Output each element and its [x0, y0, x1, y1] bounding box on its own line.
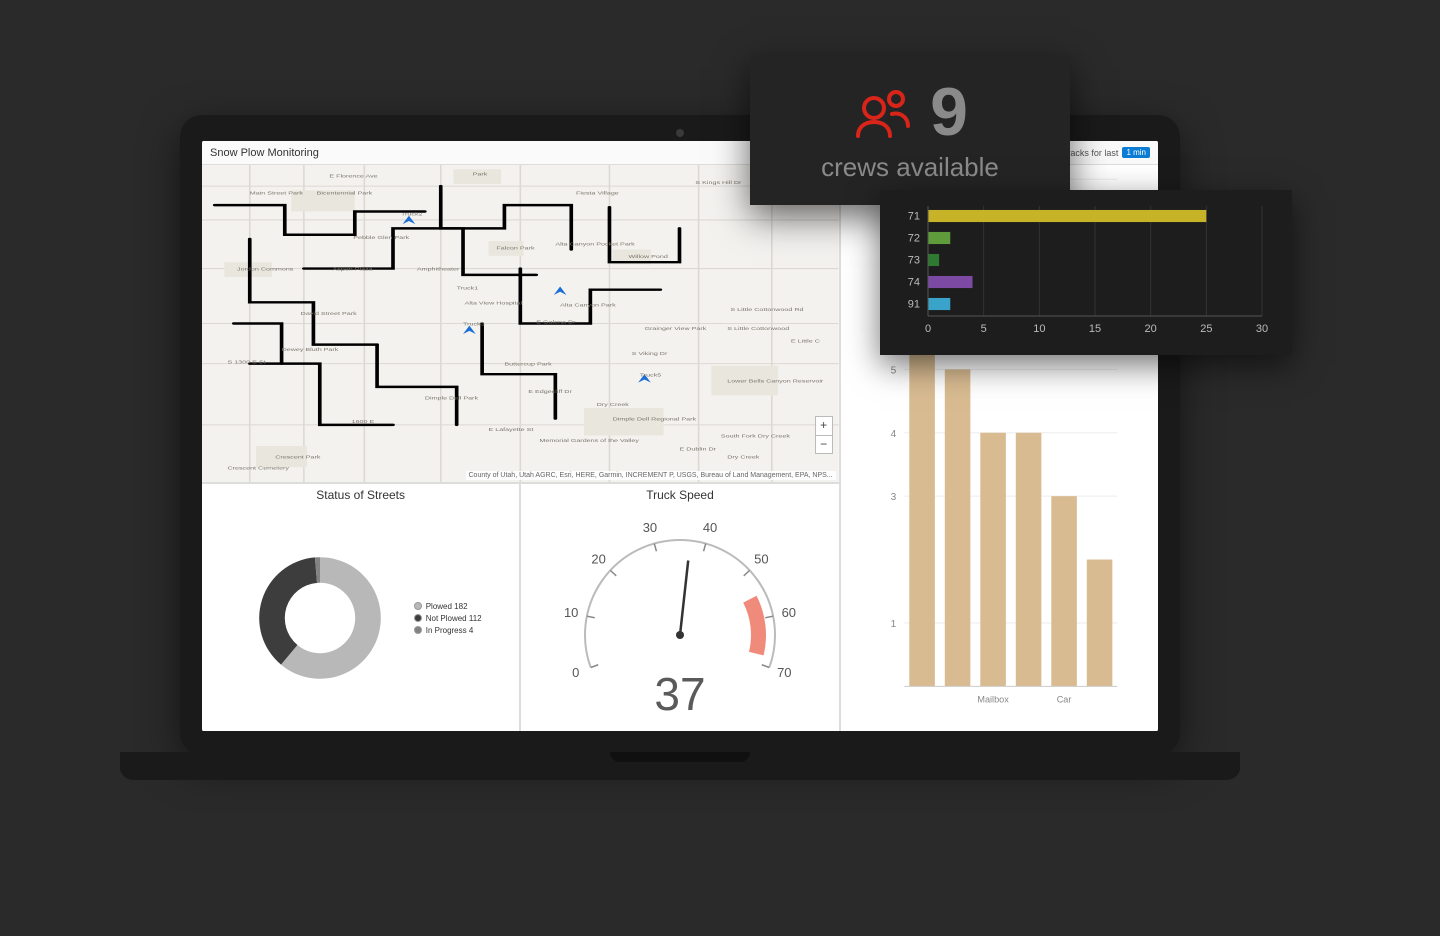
svg-text:Memorial Gardens of the Valley: Memorial Gardens of the Valley [539, 439, 640, 444]
svg-text:73: 73 [908, 255, 920, 267]
map-panel[interactable]: E Florence Ave Park Fiesta Village S Kings … [202, 165, 839, 482]
svg-text:25: 25 [1200, 323, 1212, 335]
crews-count: 9 [930, 78, 968, 146]
svg-text:Grainger View Park: Grainger View Park [644, 327, 707, 332]
legend-item: Plowed 182 [414, 602, 482, 611]
street-status-title: Status of Streets [202, 484, 519, 506]
svg-text:74: 74 [908, 277, 920, 289]
svg-text:Truck1: Truck1 [457, 287, 479, 292]
svg-text:40: 40 [703, 520, 717, 535]
svg-text:15: 15 [1089, 323, 1101, 335]
svg-text:Truck5: Truck5 [640, 373, 662, 378]
crews-available-card: 9 crews available [750, 55, 1070, 205]
svg-text:0: 0 [925, 323, 931, 335]
svg-text:60: 60 [782, 605, 796, 620]
legend-item: Not Plowed 112 [414, 614, 482, 623]
svg-text:Crescent Park: Crescent Park [275, 456, 321, 461]
svg-text:Lower Bells Canyon Reservoir: Lower Bells Canyon Reservoir [727, 380, 823, 385]
svg-text:Dewey Bluth Park: Dewey Bluth Park [282, 348, 340, 353]
svg-text:S Viking Dr: S Viking Dr [632, 352, 668, 357]
svg-text:Pebble Glen Park: Pebble Glen Park [353, 236, 410, 241]
svg-text:Falcon Park: Falcon Park [496, 246, 535, 251]
svg-text:Dimple Dell Park: Dimple Dell Park [425, 396, 479, 401]
svg-text:S Little Cottonwood: S Little Cottonwood [727, 327, 789, 332]
svg-text:20: 20 [1145, 323, 1157, 335]
svg-text:E Dublin Dr: E Dublin Dr [679, 447, 716, 452]
svg-text:20: 20 [591, 551, 605, 566]
svg-text:S Little Cottonwood Rd: S Little Cottonwood Rd [730, 308, 803, 313]
truck-speed-panel: Truck Speed 0 10 20 30 40 50 60 70 37 [521, 484, 838, 731]
svg-text:1: 1 [890, 619, 896, 630]
svg-text:Fiesta Village: Fiesta Village [576, 191, 619, 196]
routes-bar-chart: 0 5 10 15 20 25 30 71 72 73 74 91 [894, 200, 1278, 350]
svg-text:72: 72 [908, 233, 920, 245]
svg-text:70: 70 [777, 665, 791, 680]
svg-text:Dry Creek: Dry Creek [727, 456, 760, 461]
svg-text:30: 30 [643, 520, 657, 535]
people-icon [852, 84, 914, 140]
truck-speed-title: Truck Speed [521, 484, 838, 506]
svg-text:Truck3: Truck3 [463, 322, 485, 327]
street-status-donut [240, 538, 400, 698]
svg-text:30: 30 [1256, 323, 1268, 335]
svg-text:E Edgecliff Dr: E Edgecliff Dr [528, 390, 572, 395]
svg-text:E Florence Ave: E Florence Ave [329, 175, 378, 180]
svg-text:50: 50 [754, 551, 768, 566]
svg-text:Main Street Park: Main Street Park [250, 191, 304, 196]
svg-text:91: 91 [908, 299, 920, 311]
svg-text:Car: Car [1056, 695, 1071, 705]
camera-dot [676, 129, 684, 137]
svg-text:Aspen Plaza: Aspen Plaza [333, 268, 374, 273]
map-canvas[interactable]: E Florence Ave Park Fiesta Village S Kings … [202, 165, 839, 482]
svg-text:Jordon Commons: Jordon Commons [237, 268, 293, 273]
svg-text:E Galena Dr: E Galena Dr [536, 320, 575, 325]
zoom-in-button[interactable]: + [816, 417, 832, 435]
svg-text:0: 0 [572, 665, 579, 680]
legend-item: In Progress 4 [414, 626, 482, 635]
svg-text:10: 10 [564, 605, 578, 620]
svg-text:Dry Creek: Dry Creek [597, 403, 630, 408]
truck-speed-value: 37 [654, 667, 705, 721]
street-status-panel: Status of Streets Plowed 182 Not Plowed 1… [202, 484, 519, 731]
svg-text:Willow Pond: Willow Pond [629, 255, 668, 260]
svg-text:5: 5 [981, 323, 987, 335]
svg-text:David Street Park: David Street Park [301, 312, 358, 317]
svg-text:Amphitheater: Amphitheater [417, 268, 459, 273]
svg-text:Bicentennial Park: Bicentennial Park [317, 191, 374, 196]
street-status-legend: Plowed 182 Not Plowed 112 In Progress 4 [414, 599, 482, 638]
svg-text:Park: Park [473, 172, 489, 177]
svg-text:South Fork Dry Creek: South Fork Dry Creek [721, 434, 791, 439]
routes-bar-chart-card: 0 5 10 15 20 25 30 71 72 73 74 91 [880, 190, 1292, 355]
svg-text:10: 10 [1033, 323, 1045, 335]
map-zoom-controls[interactable]: + − [815, 416, 833, 454]
svg-text:Crescent Cemetery: Crescent Cemetery [227, 466, 290, 471]
svg-text:Dimple Dell Regional Park: Dimple Dell Regional Park [613, 418, 698, 423]
crews-label: crews available [821, 152, 999, 183]
svg-text:Alta Canyon Park: Alta Canyon Park [560, 303, 617, 308]
svg-text:Alta View Hospital: Alta View Hospital [465, 301, 522, 306]
svg-text:71: 71 [908, 211, 920, 223]
svg-text:5: 5 [890, 365, 896, 376]
app-title: Snow Plow Monitoring [210, 147, 319, 159]
svg-text:S 1300 E St: S 1300 E St [227, 360, 265, 365]
svg-text:E Little C: E Little C [791, 339, 821, 344]
laptop-notch [610, 752, 750, 762]
svg-text:Alta Canyon Pocket Park: Alta Canyon Pocket Park [555, 242, 636, 247]
svg-text:Buttercup Park: Buttercup Park [504, 363, 552, 368]
map-attribution: County of Utah, Utah AGRC, Esri, HERE, G… [466, 471, 836, 480]
svg-text:E Lafayette St: E Lafayette St [488, 428, 533, 433]
svg-text:1600 E: 1600 E [352, 420, 375, 425]
tracks-filter-value[interactable]: 1 min [1122, 147, 1150, 158]
svg-text:Mailbox: Mailbox [977, 695, 1009, 705]
svg-text:Truck2: Truck2 [401, 213, 423, 218]
svg-text:S Kings Hill Dr: S Kings Hill Dr [695, 181, 741, 186]
svg-text:4: 4 [890, 429, 896, 440]
zoom-out-button[interactable]: − [816, 435, 832, 453]
svg-text:3: 3 [890, 492, 896, 503]
laptop-base [120, 752, 1240, 780]
